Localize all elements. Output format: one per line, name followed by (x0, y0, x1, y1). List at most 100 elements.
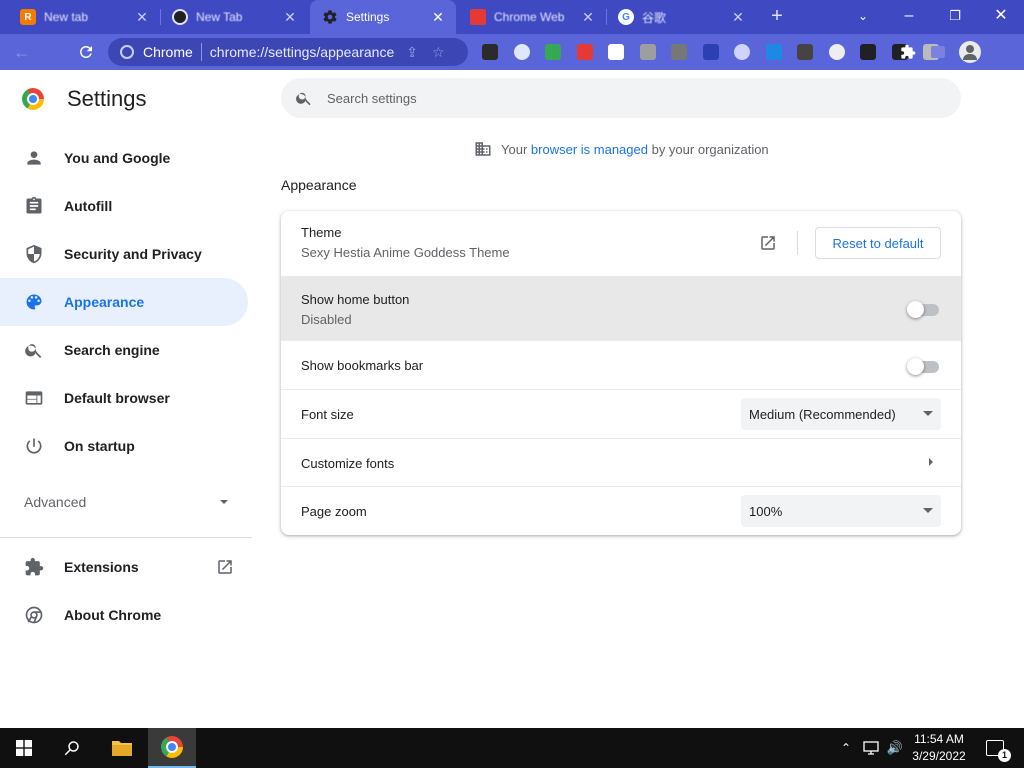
sidebar-divider (0, 537, 252, 538)
managed-suffix: by your organization (651, 141, 769, 157)
clipboard-icon (26, 196, 42, 214)
web-store-favicon-icon (470, 9, 486, 25)
address-bar[interactable]: Chrome chrome://settings/appearance ⇪ ☆ (108, 38, 468, 66)
sidebar-item-default-browser[interactable]: Default browser (0, 374, 248, 422)
toggle-knob (907, 358, 924, 375)
tab-settings[interactable]: Settings ✕ (310, 0, 456, 34)
extensions-puzzle-icon[interactable] (896, 40, 920, 64)
section-title: Appearance (281, 177, 357, 193)
search-placeholder: Search settings (327, 90, 417, 106)
sidebar-item-about-chrome[interactable]: About Chrome (0, 591, 248, 639)
site-label: Chrome (143, 44, 193, 60)
palette-icon (26, 294, 42, 310)
chrome-outline-icon (25, 606, 43, 624)
windows-taskbar: ⌃ 🔊 11:54 AM 3/29/2022 1 (0, 728, 1024, 768)
ext-6-extension-icon[interactable] (639, 44, 656, 60)
media-icon[interactable] (926, 40, 950, 64)
theme-divider (797, 231, 798, 255)
bookmarks-bar-label: Show bookmarks bar (301, 358, 424, 373)
theme-value: Sexy Hestia Anime Goddess Theme (301, 245, 510, 260)
windows-start-icon[interactable] (0, 728, 48, 768)
chrome-favicon-icon (172, 9, 188, 25)
browser-toolbar: ← Chrome chrome://settings/appearance ⇪ … (0, 34, 1024, 70)
sidebar-item-label: Search engine (64, 342, 160, 358)
ext-10-extension-icon[interactable] (765, 44, 782, 60)
url-text[interactable]: chrome://settings/appearance (210, 44, 394, 60)
bookmarks-bar-toggle[interactable] (907, 358, 939, 375)
ext-3-extension-icon[interactable] (545, 44, 561, 60)
minimize-button[interactable]: – (886, 4, 932, 28)
ext-11-extension-icon[interactable] (797, 44, 813, 60)
close-tab-icon[interactable]: ✕ (730, 9, 746, 26)
sidebar-item-autofill[interactable]: Autofill (0, 182, 248, 230)
ext-13-extension-icon[interactable] (860, 44, 876, 60)
close-window-button[interactable]: ✕ (978, 4, 1024, 28)
sidebar-item-on-startup[interactable]: On startup (0, 422, 248, 470)
restore-button[interactable]: ❐ (932, 4, 978, 28)
taskbar-search-icon[interactable] (48, 728, 96, 768)
close-tab-icon[interactable]: ✕ (430, 9, 446, 26)
ext-7-extension-icon[interactable] (671, 44, 687, 60)
site-info-icon[interactable] (120, 45, 134, 59)
google-favicon-icon: G (618, 9, 634, 25)
show-hidden-icons-chevron-icon[interactable]: ⌃ (836, 728, 856, 768)
customize-fonts-row[interactable]: Customize fonts (281, 438, 961, 486)
font-size-value: Medium (Recommended) (749, 406, 896, 422)
sidebar-item-search-engine[interactable]: Search engine (0, 326, 248, 374)
open-in-new-icon[interactable] (216, 558, 234, 576)
advanced-section-toggle[interactable]: Advanced (24, 494, 232, 510)
close-tab-icon[interactable]: ✕ (282, 9, 298, 26)
tab-chrome-web-store[interactable]: Chrome Web ✕ (458, 0, 606, 34)
home-button-toggle[interactable] (907, 301, 939, 318)
notifications-icon[interactable]: 1 (980, 728, 1011, 768)
chevron-right-icon (929, 458, 933, 466)
font-size-row: Font size Medium (Recommended) (281, 389, 961, 438)
sidebar-item-label: About Chrome (64, 607, 162, 623)
close-tab-icon[interactable]: ✕ (580, 9, 596, 26)
bookmarks-bar-row[interactable]: Show bookmarks bar (281, 340, 961, 389)
tab-search-icon[interactable]: ⌄ (840, 4, 886, 28)
page-zoom-select[interactable]: 100% (741, 495, 941, 527)
page-zoom-row: Page zoom 100% (281, 486, 961, 535)
tab-google[interactable]: G 谷歌 ✕ (606, 0, 756, 34)
bookmark-star-icon[interactable]: ☆ (432, 44, 445, 61)
puzzle-icon (25, 557, 44, 576)
ext-5-extension-icon[interactable] (608, 44, 624, 60)
share-icon[interactable]: ⇪ (406, 44, 418, 61)
close-tab-icon[interactable]: ✕ (134, 9, 150, 26)
ext-4-extension-icon[interactable] (576, 44, 593, 60)
managed-link[interactable]: browser is managed (531, 142, 648, 157)
sidebar-item-you-and-google[interactable]: You and Google (0, 134, 248, 182)
ext-12-extension-icon[interactable] (828, 44, 845, 60)
sidebar-item-security-and-privacy[interactable]: Security and Privacy (0, 230, 248, 278)
reload-icon[interactable] (74, 40, 98, 64)
ext-2-extension-icon[interactable] (513, 44, 530, 60)
search-settings-input[interactable]: Search settings (281, 78, 961, 118)
reset-to-default-button[interactable]: Reset to default (815, 227, 941, 259)
system-clock[interactable]: 11:54 AM 3/29/2022 (904, 731, 974, 765)
font-size-select[interactable]: Medium (Recommended) (741, 398, 941, 430)
tab-title: Settings (346, 10, 390, 24)
profile-avatar-icon[interactable] (958, 40, 982, 64)
browser-window-icon (25, 391, 43, 405)
sidebar-item-appearance[interactable]: Appearance (0, 278, 248, 326)
ext-9-extension-icon[interactable] (734, 44, 750, 60)
open-in-new-icon[interactable] (759, 234, 777, 252)
clock-date: 3/29/2022 (912, 749, 966, 763)
taskbar-chrome-icon[interactable] (148, 728, 196, 768)
file-explorer-icon[interactable] (98, 728, 146, 768)
home-button-row[interactable]: Show home button Disabled (281, 276, 961, 340)
ext-1-extension-icon[interactable] (482, 44, 498, 60)
network-icon[interactable] (860, 728, 882, 768)
new-tab-button[interactable]: + (766, 6, 788, 28)
sidebar-item-extensions[interactable]: Extensions (0, 543, 248, 591)
tab-new-tab-1[interactable]: R New tab ✕ (8, 0, 160, 34)
sidebar-item-label: Extensions (64, 559, 139, 575)
ext-8-extension-icon[interactable] (702, 44, 719, 60)
home-button-status: Disabled (301, 312, 352, 327)
sidebar-item-label: Appearance (64, 294, 145, 310)
sidebar-item-label: Default browser (64, 390, 170, 406)
tab-new-tab-2[interactable]: New Tab ✕ (160, 0, 308, 34)
volume-icon[interactable]: 🔊 (884, 728, 906, 768)
back-icon[interactable]: ← (10, 40, 34, 64)
